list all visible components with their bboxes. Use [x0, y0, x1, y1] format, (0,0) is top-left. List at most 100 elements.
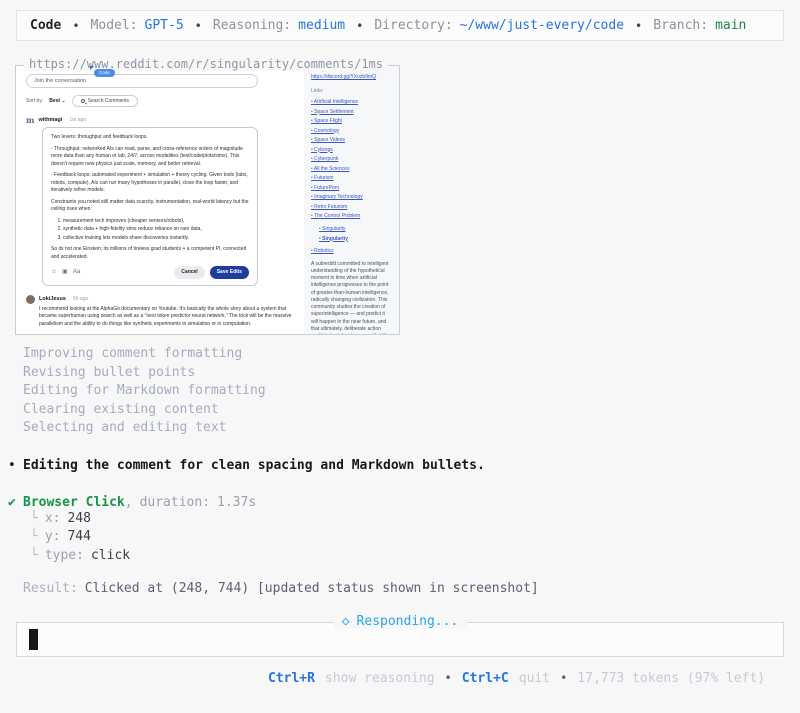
- model-label: Model:: [91, 18, 138, 33]
- shortcut-quit-key[interactable]: Ctrl+C: [462, 671, 509, 686]
- links-heading: Links: [311, 88, 392, 94]
- directory-info: Directory: ~/www/just-every/code: [374, 18, 624, 33]
- sidebar-link[interactable]: Singularity: [319, 226, 392, 232]
- related-subreddit-list: Singularity Singularity: [319, 226, 392, 242]
- tool-param-row: └ x: 248: [30, 510, 800, 529]
- param-key: y:: [45, 528, 61, 547]
- separator-dot: •: [72, 19, 79, 33]
- separator-dot: •: [635, 19, 642, 33]
- app-root: Code • Model: GPT-5 • Reasoning: medium …: [0, 0, 800, 713]
- tree-branch-icon: └: [30, 510, 38, 529]
- robotics-link-list: Robotics: [311, 248, 392, 254]
- bullet-icon: •: [8, 458, 23, 473]
- separator-dot: •: [195, 19, 202, 33]
- status-line: Revising bullet points: [23, 364, 800, 383]
- comment-timestamp: · 1m ago: [66, 117, 86, 123]
- emoji-icon[interactable]: ☺: [51, 269, 57, 275]
- check-icon: ✔: [8, 495, 23, 510]
- tool-call-header: ✔ Browser Click , duration:1.37s: [8, 495, 800, 510]
- duration-label: duration:: [140, 495, 210, 510]
- app-title: Code: [30, 18, 61, 33]
- comments-sort-row: Sort by: Best ⌄ Search Comments: [26, 95, 298, 107]
- join-conversation-input[interactable]: Join the conversation: [26, 74, 258, 88]
- discord-link[interactable]: https://discord.gg/YXozb9mQ: [311, 74, 392, 80]
- search-comments-label: Search Comments: [88, 98, 129, 104]
- composer-input[interactable]: ◇ Responding...: [16, 622, 784, 657]
- sidebar-link[interactable]: Cyborgs: [311, 147, 392, 153]
- sidebar-link[interactable]: FuturePorn: [311, 185, 392, 191]
- comma: ,: [125, 495, 133, 510]
- sidebar-link[interactable]: Cyberpunk: [311, 156, 392, 162]
- comment-header: m withmagi · 1m ago: [26, 116, 298, 124]
- branch-info: Branch: main: [653, 18, 746, 33]
- status-line: Selecting and editing text: [23, 419, 800, 438]
- branch-label: Branch:: [653, 18, 708, 33]
- sidebar-link[interactable]: Cosmology: [311, 128, 392, 134]
- sidebar-link[interactable]: Retro Futurism: [311, 204, 392, 210]
- duration-value: 1.37s: [217, 495, 256, 510]
- param-value: click: [91, 547, 130, 566]
- model-info: Model: GPT-5: [91, 18, 184, 33]
- shortcut-show-reasoning-label: show reasoning: [325, 671, 435, 686]
- tool-call-duration: duration: 1.37s: [140, 495, 257, 510]
- tool-result-row: Result:Clicked at (248, 744) [updated st…: [23, 581, 800, 596]
- responding-text: Responding...: [357, 614, 459, 629]
- sidebar-link[interactable]: Space Videos: [311, 137, 392, 143]
- param-key: type:: [45, 547, 84, 566]
- diamond-icon: ◇: [342, 614, 350, 629]
- current-action-row: • Editing the comment for clean spacing …: [8, 458, 800, 473]
- model-value: GPT-5: [145, 18, 184, 33]
- edit-paragraph: - Feedback loops: automated experiment +…: [51, 172, 249, 195]
- edit-paragraph: - Throughput: networked AIs can read, pa…: [51, 146, 249, 169]
- result-text: Clicked at (248, 744) [updated status sh…: [85, 581, 539, 596]
- reddit-screenshot: Join the conversation Code Sort by: Best…: [16, 66, 399, 334]
- shortcut-show-reasoning-key[interactable]: Ctrl+R: [268, 671, 315, 686]
- sidebar-link[interactable]: Robotics: [311, 248, 392, 254]
- comment-timestamp: · 5h ago: [70, 296, 88, 302]
- param-value: 744: [67, 528, 90, 547]
- sidebar-link[interactable]: The Control Problem: [311, 213, 392, 219]
- footer-bar: Ctrl+R show reasoning • Ctrl+C quit • 17…: [0, 671, 800, 686]
- directory-label: Directory:: [374, 18, 452, 33]
- text-format-icon[interactable]: Aa: [73, 269, 80, 275]
- list-item: collective training lets models share di…: [63, 235, 249, 243]
- status-line: Editing for Markdown formatting: [23, 382, 800, 401]
- sidebar-link-list: Artificial Intelligence Space Settlement…: [311, 99, 392, 219]
- param-key: x:: [45, 510, 61, 529]
- status-line: Improving comment formatting: [23, 345, 800, 364]
- subreddit-description: A subreddit committed to intelligent und…: [311, 261, 392, 335]
- save-edits-button[interactable]: Save Edits: [210, 266, 249, 279]
- browser-screenshot-panel: https://www.reddit.com/r/singularity/com…: [15, 65, 400, 335]
- comment-author[interactable]: LokiJesus: [39, 296, 66, 302]
- text-cursor: [29, 629, 38, 650]
- directory-value: ~/www/just-every/code: [460, 18, 624, 33]
- sidebar-link[interactable]: Futurism: [311, 175, 392, 181]
- comment-header: LokiJesus · 5h ago: [26, 295, 298, 304]
- comment-author[interactable]: withmagi: [38, 117, 62, 123]
- shortcut-quit-label: quit: [519, 671, 550, 686]
- sidebar-link[interactable]: Imaginary Technology: [311, 194, 392, 200]
- sidebar-link[interactable]: Space Settlement: [311, 109, 392, 115]
- cancel-button[interactable]: Cancel: [174, 266, 204, 279]
- search-comments-button[interactable]: Search Comments: [72, 95, 138, 107]
- sidebar-link-current[interactable]: Singularity: [319, 236, 392, 242]
- list-item: synthetic data + high-fidelity sims redu…: [63, 226, 249, 234]
- avatar: [26, 295, 35, 304]
- status-line: Clearing existing content: [23, 401, 800, 420]
- sidebar-link[interactable]: Artificial Intelligence: [311, 99, 392, 105]
- reasoning-info: Reasoning: medium: [213, 18, 345, 33]
- reasoning-label: Reasoning:: [213, 18, 291, 33]
- current-action-text: Editing the comment for clean spacing an…: [23, 458, 485, 473]
- separator-dot: •: [560, 671, 567, 685]
- comment-body: I recommend looking at the AlphaGo docum…: [39, 306, 296, 329]
- responding-status: ◇ Responding...: [334, 614, 467, 629]
- image-icon[interactable]: ▣: [62, 269, 68, 275]
- reddit-comments-column: Join the conversation Code Sort by: Best…: [16, 66, 304, 334]
- comment-edit-box[interactable]: Two levers: throughput and feedback loop…: [42, 127, 258, 286]
- tree-branch-icon: └: [30, 547, 38, 566]
- sidebar-link[interactable]: All the Sciences: [311, 166, 392, 172]
- reasoning-value: medium: [298, 18, 345, 33]
- sidebar-link[interactable]: Space Flight: [311, 118, 392, 124]
- sort-by-dropdown[interactable]: Best ⌄: [49, 98, 65, 104]
- tree-branch-icon: └: [30, 528, 38, 547]
